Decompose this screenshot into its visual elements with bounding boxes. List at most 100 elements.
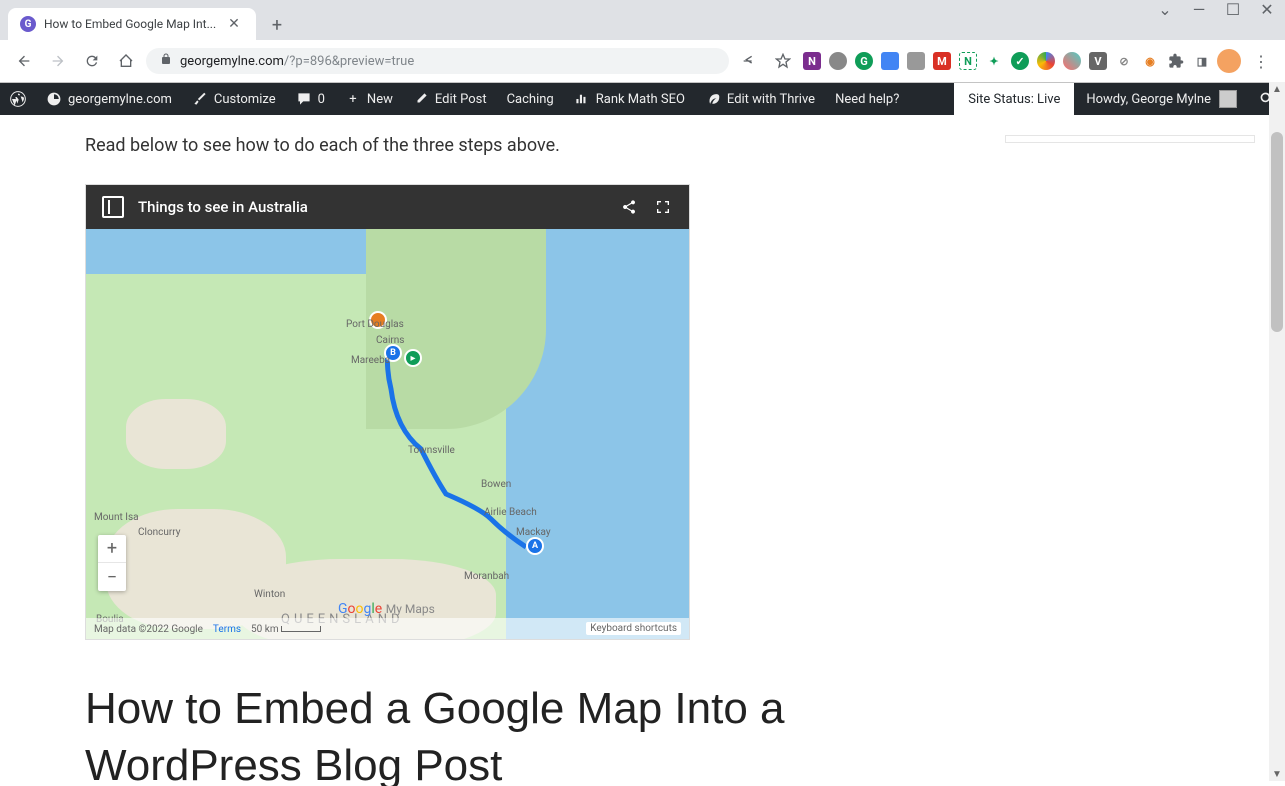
zoom-out-button[interactable]: − <box>98 563 126 591</box>
place-label: Mackay <box>516 527 551 538</box>
scrollbar-thumb[interactable] <box>1271 132 1283 332</box>
map-footer: Map data ©2022 Google Terms 50 km Keyboa… <box>86 618 689 639</box>
tab-close-icon[interactable]: ✕ <box>224 16 244 32</box>
favicon-icon: G <box>20 16 36 32</box>
browser-chrome: G How to Embed Google Map Int... ✕ + geo… <box>0 0 1285 83</box>
wp-comments[interactable]: 0 <box>286 83 335 115</box>
intro-paragraph: Read below to see how to do each of the … <box>85 135 955 156</box>
bookmark-icon[interactable] <box>769 47 797 75</box>
place-label: Airlie Beach <box>484 507 537 518</box>
sidebar <box>975 115 1285 786</box>
profile-avatar[interactable] <box>1217 49 1241 73</box>
scrollbar-track[interactable]: ▲ ▼ <box>1269 82 1285 781</box>
wp-caching[interactable]: Caching <box>497 83 564 115</box>
forward-button[interactable] <box>44 47 72 75</box>
url-text: georgemylne.com/?p=896&preview=true <box>180 54 414 69</box>
wp-edit-post[interactable]: Edit Post <box>403 83 497 115</box>
map-share-icon[interactable] <box>619 197 639 217</box>
tab-title: How to Embed Google Map Int... <box>44 17 216 31</box>
notion-ext-icon[interactable]: N <box>959 52 977 70</box>
wp-admin-bar: georgemylne.com Customize 0 +New Edit Po… <box>0 83 1285 115</box>
back-button[interactable] <box>10 47 38 75</box>
map-canvas[interactable]: B ▸ A Port Douglas Cairns Mareeba Townsv… <box>86 229 689 639</box>
plus-icon: + <box>345 91 361 107</box>
home-button[interactable] <box>112 47 140 75</box>
comment-icon <box>296 91 312 107</box>
wp-user-menu[interactable]: Howdy, George Mylne <box>1074 90 1249 108</box>
map-attribution: Map data ©2022 Google <box>94 624 203 635</box>
map-terms-link[interactable]: Terms <box>213 624 241 635</box>
wp-rank-math[interactable]: Rank Math SEO <box>564 83 695 115</box>
map-zoom-controls: + − <box>98 535 126 591</box>
ext-icon-5[interactable] <box>907 52 925 70</box>
wp-new[interactable]: +New <box>335 83 403 115</box>
wp-site-name[interactable]: georgemylne.com <box>36 83 182 115</box>
grammarly-ext-icon[interactable]: G <box>855 52 873 70</box>
extensions-puzzle-icon[interactable] <box>1167 52 1185 70</box>
lock-icon <box>160 53 172 69</box>
wp-customize[interactable]: Customize <box>182 83 286 115</box>
tab-bar: G How to Embed Google Map Int... ✕ + <box>0 0 1285 40</box>
ext-icon-9[interactable]: ✓ <box>1011 52 1029 70</box>
ext-icon-8[interactable]: ✦ <box>985 52 1003 70</box>
ext-icon-11[interactable] <box>1063 52 1081 70</box>
ext-icon-13[interactable]: ⊘ <box>1115 52 1133 70</box>
brush-icon <box>192 91 208 107</box>
place-label: Mareeba <box>351 355 390 366</box>
wordpress-icon <box>10 91 26 107</box>
map-marker-a[interactable]: A <box>526 537 544 555</box>
wp-site-status[interactable]: Site Status: Live <box>954 83 1074 115</box>
onenote-ext-icon[interactable]: N <box>803 52 821 70</box>
chrome-menu-icon[interactable]: ⋮ <box>1247 52 1275 71</box>
share-icon[interactable] <box>735 47 763 75</box>
pencil-icon <box>413 91 429 107</box>
ext-icon-10[interactable] <box>1037 52 1055 70</box>
url-input[interactable]: georgemylne.com/?p=896&preview=true <box>146 48 729 74</box>
scroll-down-icon[interactable]: ▼ <box>1272 769 1282 779</box>
new-tab-button[interactable]: + <box>264 11 290 40</box>
browser-tab[interactable]: G How to Embed Google Map Int... ✕ <box>8 8 256 40</box>
zoom-in-button[interactable]: + <box>98 535 126 563</box>
map-title: Things to see in Australia <box>138 198 605 216</box>
google-map-embed: Things to see in Australia <box>85 184 690 640</box>
place-label: Bowen <box>481 479 511 490</box>
gmail-ext-icon[interactable]: M <box>933 52 951 70</box>
map-marker-video[interactable]: ▸ <box>404 349 422 367</box>
reload-button[interactable] <box>78 47 106 75</box>
address-bar: georgemylne.com/?p=896&preview=true N G … <box>0 40 1285 82</box>
google-mymaps-logo: Google My Maps <box>338 601 435 617</box>
sidepanel-icon[interactable]: ◨ <box>1193 52 1211 70</box>
map-route <box>86 229 689 639</box>
leaf-icon <box>705 91 721 107</box>
place-label: Mount Isa <box>94 512 139 523</box>
place-label: Cairns <box>376 335 404 346</box>
maximize-icon[interactable]: ☐ <box>1227 3 1239 15</box>
place-label: Port Douglas <box>346 319 404 330</box>
place-label: Moranbah <box>464 571 509 582</box>
map-keyboard-shortcuts[interactable]: Keyboard shortcuts <box>586 622 681 635</box>
place-label: Townsville <box>408 445 455 456</box>
minimize-icon[interactable]: — <box>1193 3 1205 15</box>
wp-help[interactable]: Need help? <box>825 83 909 115</box>
map-header: Things to see in Australia <box>86 185 689 229</box>
article-heading: How to Embed a Google Map Into a WordPre… <box>85 680 955 786</box>
place-label: Winton <box>254 589 285 600</box>
ext-icon-14[interactable]: ◉ <box>1141 52 1159 70</box>
ext-icon-2[interactable] <box>829 52 847 70</box>
window-dropdown-icon[interactable]: ⌄ <box>1159 3 1171 15</box>
close-window-icon[interactable]: ✕ <box>1261 3 1273 15</box>
ext-icon-12[interactable]: V <box>1089 52 1107 70</box>
dashboard-icon <box>46 91 62 107</box>
map-fullscreen-icon[interactable] <box>653 197 673 217</box>
wp-thrive[interactable]: Edit with Thrive <box>695 83 825 115</box>
user-avatar-icon <box>1219 90 1237 108</box>
chart-icon <box>574 91 590 107</box>
wp-logo-menu[interactable] <box>0 83 36 115</box>
place-label: Cloncurry <box>138 527 181 538</box>
extension-icons: N G M N ✦ ✓ V ⊘ ◉ ◨ <box>803 52 1211 70</box>
map-sidebar-toggle-icon[interactable] <box>102 196 124 218</box>
scroll-up-icon[interactable]: ▲ <box>1272 84 1282 94</box>
sidebar-widget <box>1005 135 1255 143</box>
map-scale: 50 km <box>251 624 321 635</box>
ext-icon-4[interactable] <box>881 52 899 70</box>
